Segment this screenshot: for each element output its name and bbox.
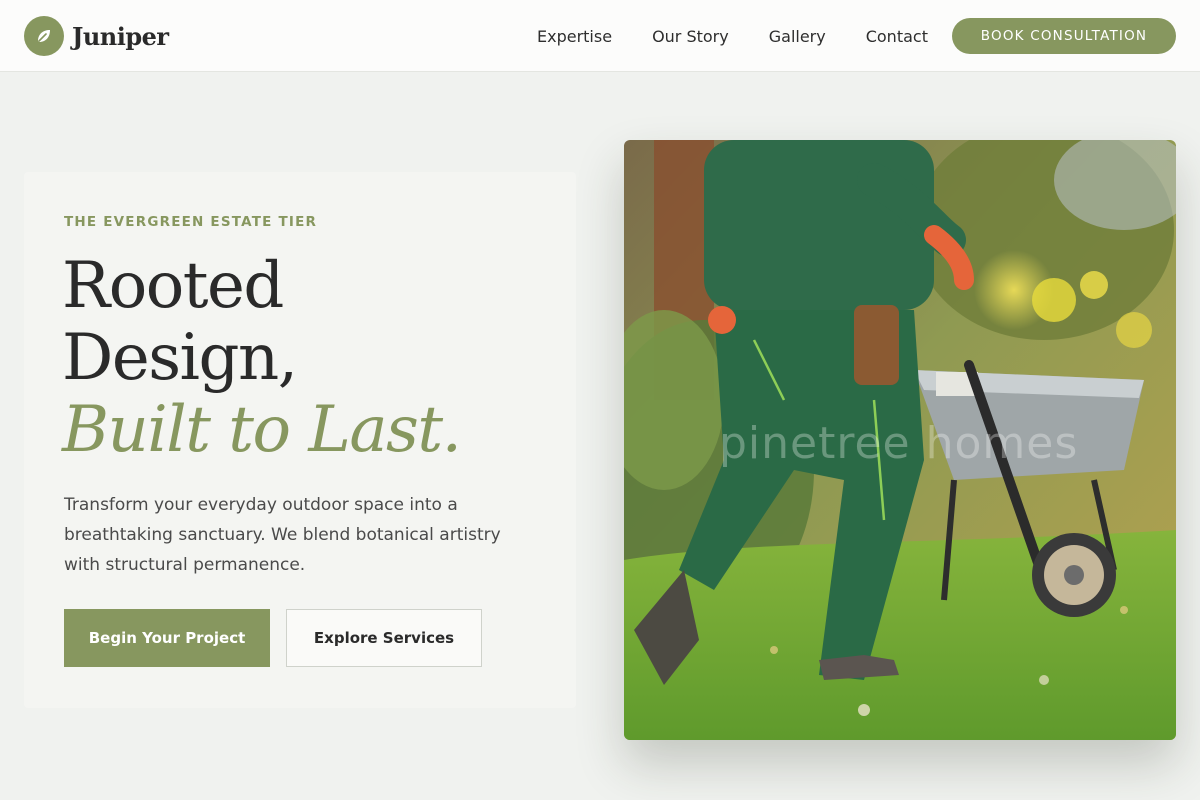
site-header: Juniper Expertise Our Story Gallery Cont… xyxy=(0,0,1200,72)
nav-link-gallery[interactable]: Gallery xyxy=(769,27,826,46)
nav-link-contact[interactable]: Contact xyxy=(866,27,928,46)
begin-project-button[interactable]: Begin Your Project xyxy=(64,609,270,667)
image-watermark: pinetree homes xyxy=(719,418,1079,469)
headline-line-1: Rooted xyxy=(62,249,284,323)
hero-image: pinetree homes xyxy=(624,140,1176,740)
hero-headline: Rooted Design, Built to Last. xyxy=(62,249,462,467)
hero-eyebrow: THE EVERGREEN ESTATE TIER xyxy=(64,214,318,230)
book-consultation-button[interactable]: BOOK CONSULTATION xyxy=(952,18,1176,54)
nav-link-expertise[interactable]: Expertise xyxy=(537,27,612,46)
brand-name: Juniper xyxy=(72,21,169,51)
headline-accent: Built to Last. xyxy=(62,393,462,467)
brand-logo[interactable]: Juniper xyxy=(24,16,169,56)
main-nav: Expertise Our Story Gallery Contact xyxy=(537,0,928,72)
nav-link-our-story[interactable]: Our Story xyxy=(652,27,729,46)
explore-services-button[interactable]: Explore Services xyxy=(286,609,482,667)
leaf-icon xyxy=(24,16,64,56)
hero-description: Transform your everyday outdoor space in… xyxy=(64,495,501,575)
headline-line-2: Design, xyxy=(62,321,298,395)
hero-card: THE EVERGREEN ESTATE TIER Rooted Design,… xyxy=(24,172,576,708)
